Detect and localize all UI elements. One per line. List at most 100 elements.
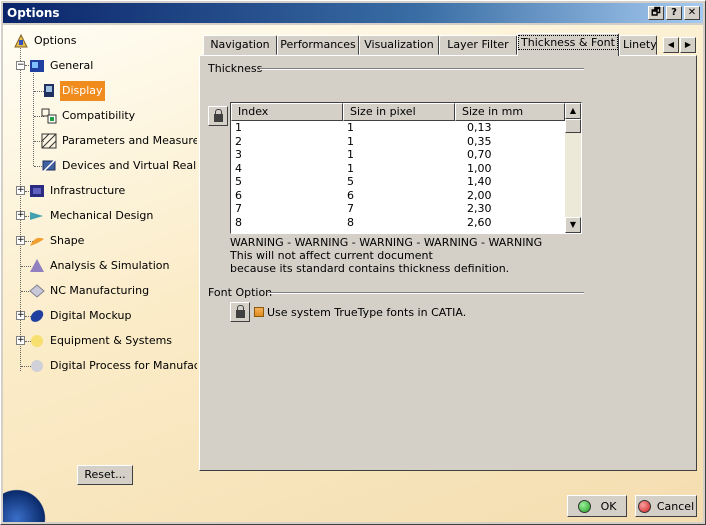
general-icon (29, 58, 45, 74)
table-cell: 1 (347, 148, 354, 161)
expander-equipment-systems[interactable]: + (16, 336, 25, 345)
table-cell: 3 (235, 148, 242, 161)
tree-item-digital-process[interactable]: Digital Process for Manufacturin (29, 356, 197, 376)
table-cell: 2,30 (467, 202, 492, 215)
expander-mechanical-design[interactable]: + (16, 211, 25, 220)
table-cell: 6 (347, 188, 354, 202)
tab-performances[interactable]: Performances (277, 35, 359, 55)
scroll-thumb[interactable] (565, 119, 581, 133)
tree-item-general[interactable]: General (29, 56, 95, 76)
table-row[interactable]: 6 6 2,00 (231, 189, 565, 203)
table-cell: 0,70 (467, 148, 492, 161)
font-option-group-title: Font Option (208, 286, 273, 299)
options-window: Options 🗗 ? ✕ Options − General Display … (0, 0, 706, 525)
table-cell: 2,60 (467, 215, 492, 229)
equipment-icon (29, 333, 45, 349)
expander-infrastructure[interactable]: + (16, 186, 25, 195)
table-header: Index Size in pixel Size in mm (231, 103, 565, 121)
table-row[interactable]: 3 1 0,70 (231, 148, 565, 162)
thickness-group-title: Thickness (208, 62, 263, 75)
cancel-button[interactable]: Cancel (635, 495, 697, 517)
table-scrollbar[interactable]: ▲ ▼ (565, 103, 581, 233)
table-cell: 1,40 (467, 175, 492, 188)
expander-general[interactable]: − (16, 61, 25, 70)
table-row[interactable]: 2 1 0,35 (231, 135, 565, 149)
window-title: Options (7, 6, 60, 20)
table-cell: 1 (347, 121, 354, 134)
table-cell: 7 (235, 202, 242, 215)
font-lock-button[interactable] (230, 302, 250, 322)
warning-line-3: because its standard contains thickness … (230, 262, 510, 275)
tree-item-options[interactable]: Options (13, 31, 78, 51)
infrastructure-icon (29, 183, 45, 199)
tab-strip: Navigation Performances Visualization La… (201, 33, 699, 56)
lock-icon (214, 109, 223, 122)
options-tree: Options − General Display Compatibility … (11, 31, 197, 381)
thickness-lock-button[interactable] (208, 106, 228, 126)
tab-layer-filter[interactable]: Layer Filter (439, 35, 517, 55)
shape-icon (29, 233, 45, 249)
cancel-icon (637, 499, 651, 513)
warning-line-1: WARNING - WARNING - WARNING - WARNING - … (230, 236, 543, 249)
restore-button[interactable]: 🗗 (648, 6, 664, 20)
nc-manufacturing-icon (29, 283, 45, 299)
thickness-table[interactable]: Index Size in pixel Size in mm 1 1 0,13 2 1 0… (230, 102, 582, 234)
tree-item-display[interactable]: Display (41, 81, 105, 101)
table-cell: 8 (235, 215, 242, 229)
tree-item-parameters-measure[interactable]: Parameters and Measure (41, 131, 197, 151)
tree-item-shape[interactable]: Shape (29, 231, 86, 251)
tree-item-mechanical-design[interactable]: Mechanical Design (29, 206, 155, 226)
column-header-size-pixel[interactable]: Size in pixel (343, 103, 455, 121)
expander-digital-mockup[interactable]: + (16, 311, 25, 320)
expander-shape[interactable]: + (16, 236, 25, 245)
ok-button[interactable]: OK (567, 495, 627, 517)
tab-scroll-right-button[interactable]: ▶ (680, 37, 696, 53)
table-cell: 2 (235, 134, 242, 148)
tree-item-analysis-simulation[interactable]: Analysis & Simulation (29, 256, 172, 276)
tab-visualization[interactable]: Visualization (359, 35, 439, 55)
reset-button[interactable]: Reset... (77, 465, 133, 485)
table-row[interactable]: 8 8 2,60 (231, 216, 565, 230)
table-row[interactable]: 1 1 0,13 (231, 121, 565, 135)
tab-linetype[interactable]: Linetyp (619, 35, 657, 55)
close-button[interactable]: ✕ (684, 6, 700, 20)
truetype-fonts-checkbox[interactable] (254, 307, 264, 317)
table-cell: 4 (235, 161, 242, 175)
ok-icon (577, 499, 591, 513)
table-cell: 0,35 (467, 134, 492, 148)
font-option-separator (268, 292, 584, 294)
table-row[interactable]: 5 5 1,40 (231, 175, 565, 189)
tree-item-nc-manufacturing[interactable]: NC Manufacturing (29, 281, 151, 301)
help-button[interactable]: ? (666, 6, 682, 20)
lock-icon (236, 305, 245, 318)
table-cell: 5 (235, 175, 242, 188)
tab-navigation[interactable]: Navigation (203, 35, 277, 55)
thickness-separator (260, 68, 584, 70)
mechanical-design-icon (29, 208, 45, 224)
table-row[interactable]: 4 1 1,00 (231, 162, 565, 176)
tree-item-devices-vr[interactable]: Devices and Virtual Reality (41, 156, 197, 176)
table-cell: 7 (347, 202, 354, 215)
tree-item-equipment-systems[interactable]: Equipment & Systems (29, 331, 174, 351)
column-header-index[interactable]: Index (231, 103, 343, 121)
scroll-up-button[interactable]: ▲ (565, 103, 581, 119)
tree-item-infrastructure[interactable]: Infrastructure (29, 181, 127, 201)
table-row[interactable]: 7 7 2,30 (231, 202, 565, 216)
tab-scroll-left-button[interactable]: ◀ (663, 37, 679, 53)
thickness-font-panel: Thickness Index Size in pixel Size in mm… (199, 55, 697, 471)
scroll-down-button[interactable]: ▼ (565, 217, 581, 233)
parameters-icon (41, 133, 57, 149)
tree-item-digital-mockup[interactable]: Digital Mockup (29, 306, 133, 326)
display-icon (41, 83, 57, 99)
column-header-size-mm[interactable]: Size in mm (455, 103, 565, 121)
catia-globe-icon (3, 485, 49, 522)
table-body: 1 1 0,13 2 1 0,35 3 1 0,70 4 1 1,00 5 5 1,40 6 6 2,00 7 7 2,… (231, 121, 565, 229)
digital-process-icon (29, 358, 45, 374)
tree-item-compatibility[interactable]: Compatibility (41, 106, 137, 126)
dialog-body: Options − General Display Compatibility … (3, 25, 703, 522)
truetype-fonts-label[interactable]: Use system TrueType fonts in CATIA. (267, 306, 466, 319)
compatibility-icon (41, 108, 57, 124)
title-bar[interactable]: Options 🗗 ? ✕ (3, 3, 703, 23)
tab-thickness-font[interactable]: Thickness & Font (517, 33, 619, 56)
devices-icon (41, 158, 57, 174)
